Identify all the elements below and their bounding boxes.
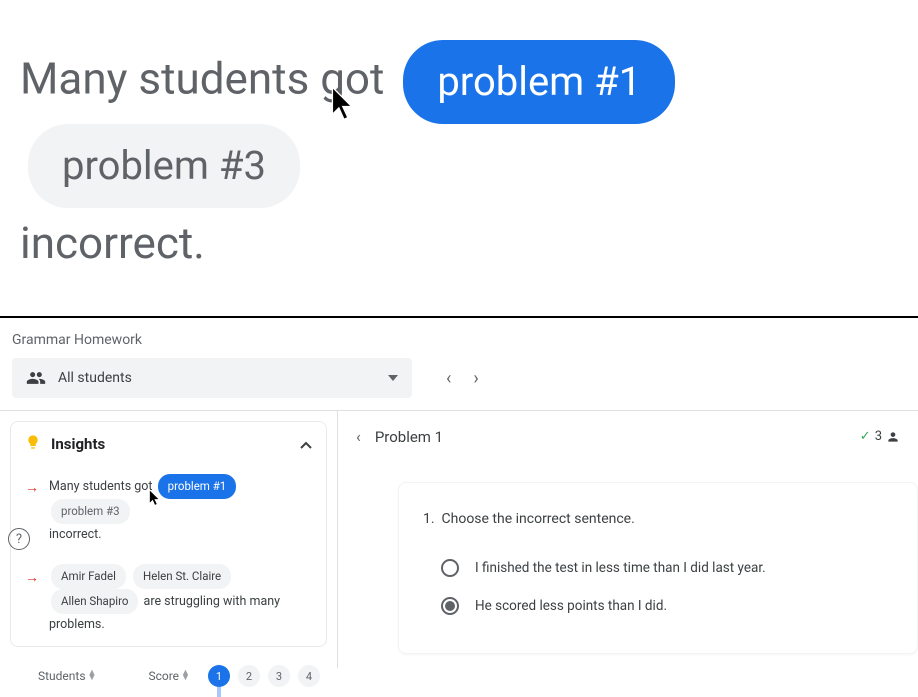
- problem-title: Problem 1: [375, 428, 443, 446]
- radio-unselected-icon: [441, 559, 459, 577]
- students-dropdown-label: All students: [58, 370, 132, 386]
- insights-card: Insights → Many students got problem #1 …: [10, 421, 327, 647]
- left-panel: Insights → Many students got problem #1 …: [0, 411, 338, 668]
- breadcrumb[interactable]: Grammar Homework: [0, 318, 918, 358]
- col-students[interactable]: Students▲▼: [38, 669, 96, 683]
- correct-count: 3: [875, 429, 882, 444]
- person-icon: [886, 430, 900, 444]
- hero-text-suffix: incorrect.: [20, 217, 205, 269]
- radio-selected-icon: [441, 597, 459, 615]
- student-nav: ‹ ›: [436, 368, 479, 389]
- insight-row-problems: → Many students got problem #1 problem #…: [11, 466, 326, 556]
- problem-header: ‹ Problem 1 ✓ 3: [338, 411, 918, 462]
- col-score[interactable]: Score▲▼: [148, 669, 190, 683]
- student-chip-allen[interactable]: Allen Shapiro: [51, 589, 138, 614]
- option-2-text: He scored less points than I did.: [475, 598, 667, 614]
- hero-pill-problem3[interactable]: problem #3: [28, 124, 300, 208]
- people-icon: [26, 368, 46, 388]
- option-2[interactable]: He scored less points than I did.: [423, 587, 893, 625]
- student-chip-helen[interactable]: Helen St. Claire: [133, 564, 231, 589]
- hero-pill-problem1[interactable]: problem #1: [403, 40, 675, 124]
- back-button[interactable]: ‹: [356, 427, 361, 446]
- student-chip-amir[interactable]: Amir Fadel: [51, 564, 126, 589]
- option-1[interactable]: I finished the test in less time than I …: [423, 549, 893, 587]
- prev-student-button[interactable]: ‹: [446, 368, 451, 389]
- arrow-right-icon: →: [25, 566, 39, 636]
- question-card: 1. Choose the incorrect sentence. I fini…: [398, 482, 918, 654]
- problem-pages: 1 2 3 4: [208, 665, 320, 687]
- sort-icon: ▲▼: [181, 671, 190, 682]
- main-content: Insights → Many students got problem #1 …: [0, 410, 918, 668]
- check-icon: ✓: [860, 429, 871, 444]
- insight-pill-problem1[interactable]: problem #1: [158, 474, 237, 499]
- chevron-up-icon: [300, 435, 312, 453]
- insights-title: Insights: [51, 435, 105, 453]
- page-2[interactable]: 2: [238, 665, 260, 687]
- caret-down-icon: [388, 375, 398, 381]
- insight-pill-problem3[interactable]: problem #3: [51, 499, 130, 524]
- right-panel: ‹ Problem 1 ✓ 3 1. Choose the incorrect …: [338, 411, 918, 668]
- page-4[interactable]: 4: [298, 665, 320, 687]
- filter-bar: All students ‹ ›: [0, 358, 918, 410]
- help-button[interactable]: ?: [8, 528, 30, 550]
- students-dropdown[interactable]: All students: [12, 358, 412, 398]
- page-1[interactable]: 1: [208, 665, 230, 687]
- insight1-suffix: incorrect.: [49, 527, 102, 542]
- hero-text-prefix: Many students got: [20, 53, 384, 105]
- page-3[interactable]: 3: [268, 665, 290, 687]
- lightbulb-icon: [25, 434, 41, 454]
- problem-stats: ✓ 3: [860, 429, 900, 444]
- insight1-prefix: Many students got: [49, 479, 153, 494]
- insight-row-students: → Amir Fadel Helen St. Claire Allen Shap…: [11, 556, 326, 646]
- next-student-button[interactable]: ›: [473, 368, 478, 389]
- sort-icon: ▲▼: [88, 671, 97, 682]
- insights-header[interactable]: Insights: [11, 422, 326, 466]
- hero-banner: Many students got problem #1 problem #3 …: [0, 0, 918, 298]
- question-text: 1. Choose the incorrect sentence.: [423, 511, 893, 527]
- table-header: Students▲▼ Score▲▼ 1 2 3 4: [0, 657, 337, 695]
- option-1-text: I finished the test in less time than I …: [475, 560, 766, 576]
